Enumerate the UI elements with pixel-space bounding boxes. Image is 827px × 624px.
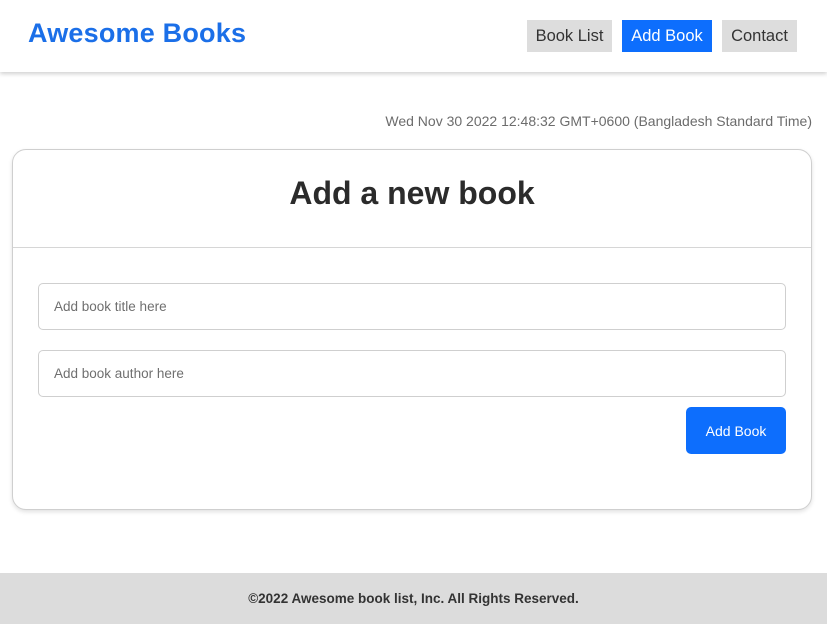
nav-add-book[interactable]: Add Book [622, 20, 712, 52]
site-logo[interactable]: Awesome Books [28, 18, 246, 49]
card-divider [13, 247, 811, 248]
add-book-button[interactable]: Add Book [686, 407, 786, 454]
nav-contact[interactable]: Contact [722, 20, 797, 52]
book-author-input[interactable] [38, 350, 786, 397]
site-footer: ©2022 Awesome book list, Inc. All Rights… [0, 573, 827, 624]
current-datetime: Wed Nov 30 2022 12:48:32 GMT+0600 (Bangl… [385, 113, 812, 129]
site-header: Awesome Books Book List Add Book Contact [0, 0, 827, 72]
copyright-text: ©2022 Awesome book list, Inc. All Rights… [248, 591, 579, 606]
add-book-card: Add a new book Add Book [12, 149, 812, 510]
nav-book-list[interactable]: Book List [527, 20, 612, 52]
book-title-input[interactable] [38, 283, 786, 330]
page-title: Add a new book [289, 175, 535, 211]
